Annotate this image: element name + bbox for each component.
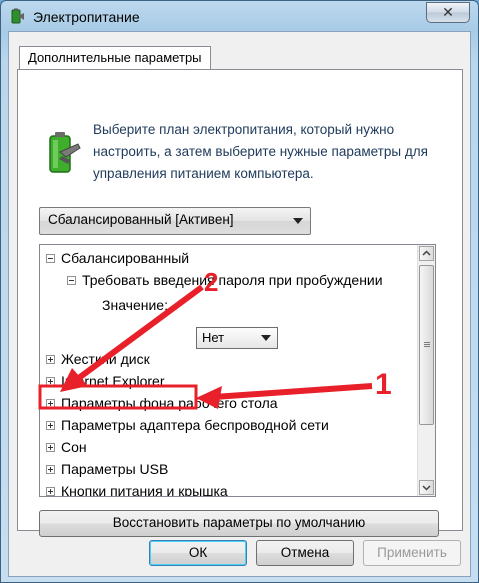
expand-icon[interactable] bbox=[46, 355, 55, 364]
expand-icon[interactable] bbox=[46, 421, 55, 430]
collapse-icon[interactable] bbox=[46, 254, 55, 263]
tree-item-power-buttons[interactable]: Кнопки питания и крышка bbox=[40, 480, 417, 496]
power-options-window: Электропитание ✕ Дополнительные параметр… bbox=[0, 0, 479, 583]
tree-content: Сбалансированный Требовать введения паро… bbox=[40, 245, 417, 496]
expand-icon[interactable] bbox=[46, 465, 55, 474]
value-label: Значение: bbox=[102, 297, 168, 313]
title-bar[interactable]: Электропитание ✕ bbox=[1, 1, 478, 31]
tree-item-ie[interactable]: Internet Explorer bbox=[40, 370, 417, 392]
window-title: Электропитание bbox=[33, 9, 140, 25]
battery-icon bbox=[49, 132, 81, 173]
tree-item-label: Жесткий диск bbox=[61, 351, 150, 367]
expand-icon[interactable] bbox=[46, 487, 55, 496]
tree-scrollbar[interactable] bbox=[417, 245, 435, 496]
power-plan-icon bbox=[11, 8, 24, 24]
tree-item-hdd[interactable]: Жесткий диск bbox=[40, 348, 417, 370]
scroll-down-button[interactable] bbox=[419, 480, 434, 495]
ok-button[interactable]: ОК bbox=[149, 540, 247, 566]
tree-item-label: Параметры адаптера беспроводной сети bbox=[61, 417, 329, 433]
chevron-down-icon bbox=[422, 485, 431, 491]
tree-item-label: Требовать введения пароля при пробуждени… bbox=[82, 272, 383, 288]
tab-advanced-settings[interactable]: Дополнительные параметры bbox=[19, 46, 211, 69]
tab-panel: Выберите план электропитания, который ну… bbox=[17, 69, 463, 537]
power-plan-selected: Сбалансированный [Активен] bbox=[48, 212, 234, 227]
tree-item-password[interactable]: Требовать введения пароля при пробуждени… bbox=[40, 269, 417, 291]
expand-icon[interactable] bbox=[46, 399, 55, 408]
tree-item-label: Internet Explorer bbox=[61, 373, 165, 389]
tree-item-usb[interactable]: Параметры USB bbox=[40, 458, 417, 480]
tree-item-label: Параметры фона рабочего стола bbox=[61, 395, 278, 411]
chevron-up-icon bbox=[422, 250, 431, 256]
value-dropdown[interactable]: Нет bbox=[196, 327, 278, 349]
settings-tree[interactable]: Сбалансированный Требовать введения паро… bbox=[39, 244, 436, 497]
chevron-down-icon bbox=[293, 218, 303, 224]
tree-item-label: Кнопки питания и крышка bbox=[61, 483, 228, 496]
scrollbar-thumb[interactable] bbox=[419, 265, 434, 425]
expand-icon[interactable] bbox=[46, 377, 55, 386]
description-text: Выберите план электропитания, который ну… bbox=[93, 122, 428, 181]
tree-item-balanced[interactable]: Сбалансированный bbox=[40, 247, 417, 269]
scroll-up-button[interactable] bbox=[419, 246, 434, 261]
cancel-button[interactable]: Отмена bbox=[256, 540, 354, 566]
value-row: Значение: bbox=[40, 291, 417, 319]
chevron-down-icon bbox=[261, 335, 271, 341]
tree-item-desktop-bg[interactable]: Параметры фона рабочего стола bbox=[40, 392, 417, 414]
tree-item-sleep[interactable]: Сон bbox=[40, 436, 417, 458]
value-selected: Нет bbox=[202, 330, 225, 345]
close-button[interactable]: ✕ bbox=[426, 2, 470, 23]
tree-item-label: Сон bbox=[61, 439, 87, 455]
dialog-client-area: Дополнительные параметры Выберите план э… bbox=[8, 31, 471, 577]
power-plan-dropdown[interactable]: Сбалансированный [Активен] bbox=[39, 207, 311, 235]
restore-defaults-button[interactable]: Восстановить параметры по умолчанию bbox=[39, 510, 439, 537]
apply-button[interactable]: Применить bbox=[363, 540, 461, 566]
collapse-icon[interactable] bbox=[67, 276, 76, 285]
tree-item-wireless[interactable]: Параметры адаптера беспроводной сети bbox=[40, 414, 417, 436]
tree-item-label: Сбалансированный bbox=[61, 250, 190, 266]
expand-icon[interactable] bbox=[46, 443, 55, 452]
tree-item-label: Параметры USB bbox=[61, 461, 169, 477]
